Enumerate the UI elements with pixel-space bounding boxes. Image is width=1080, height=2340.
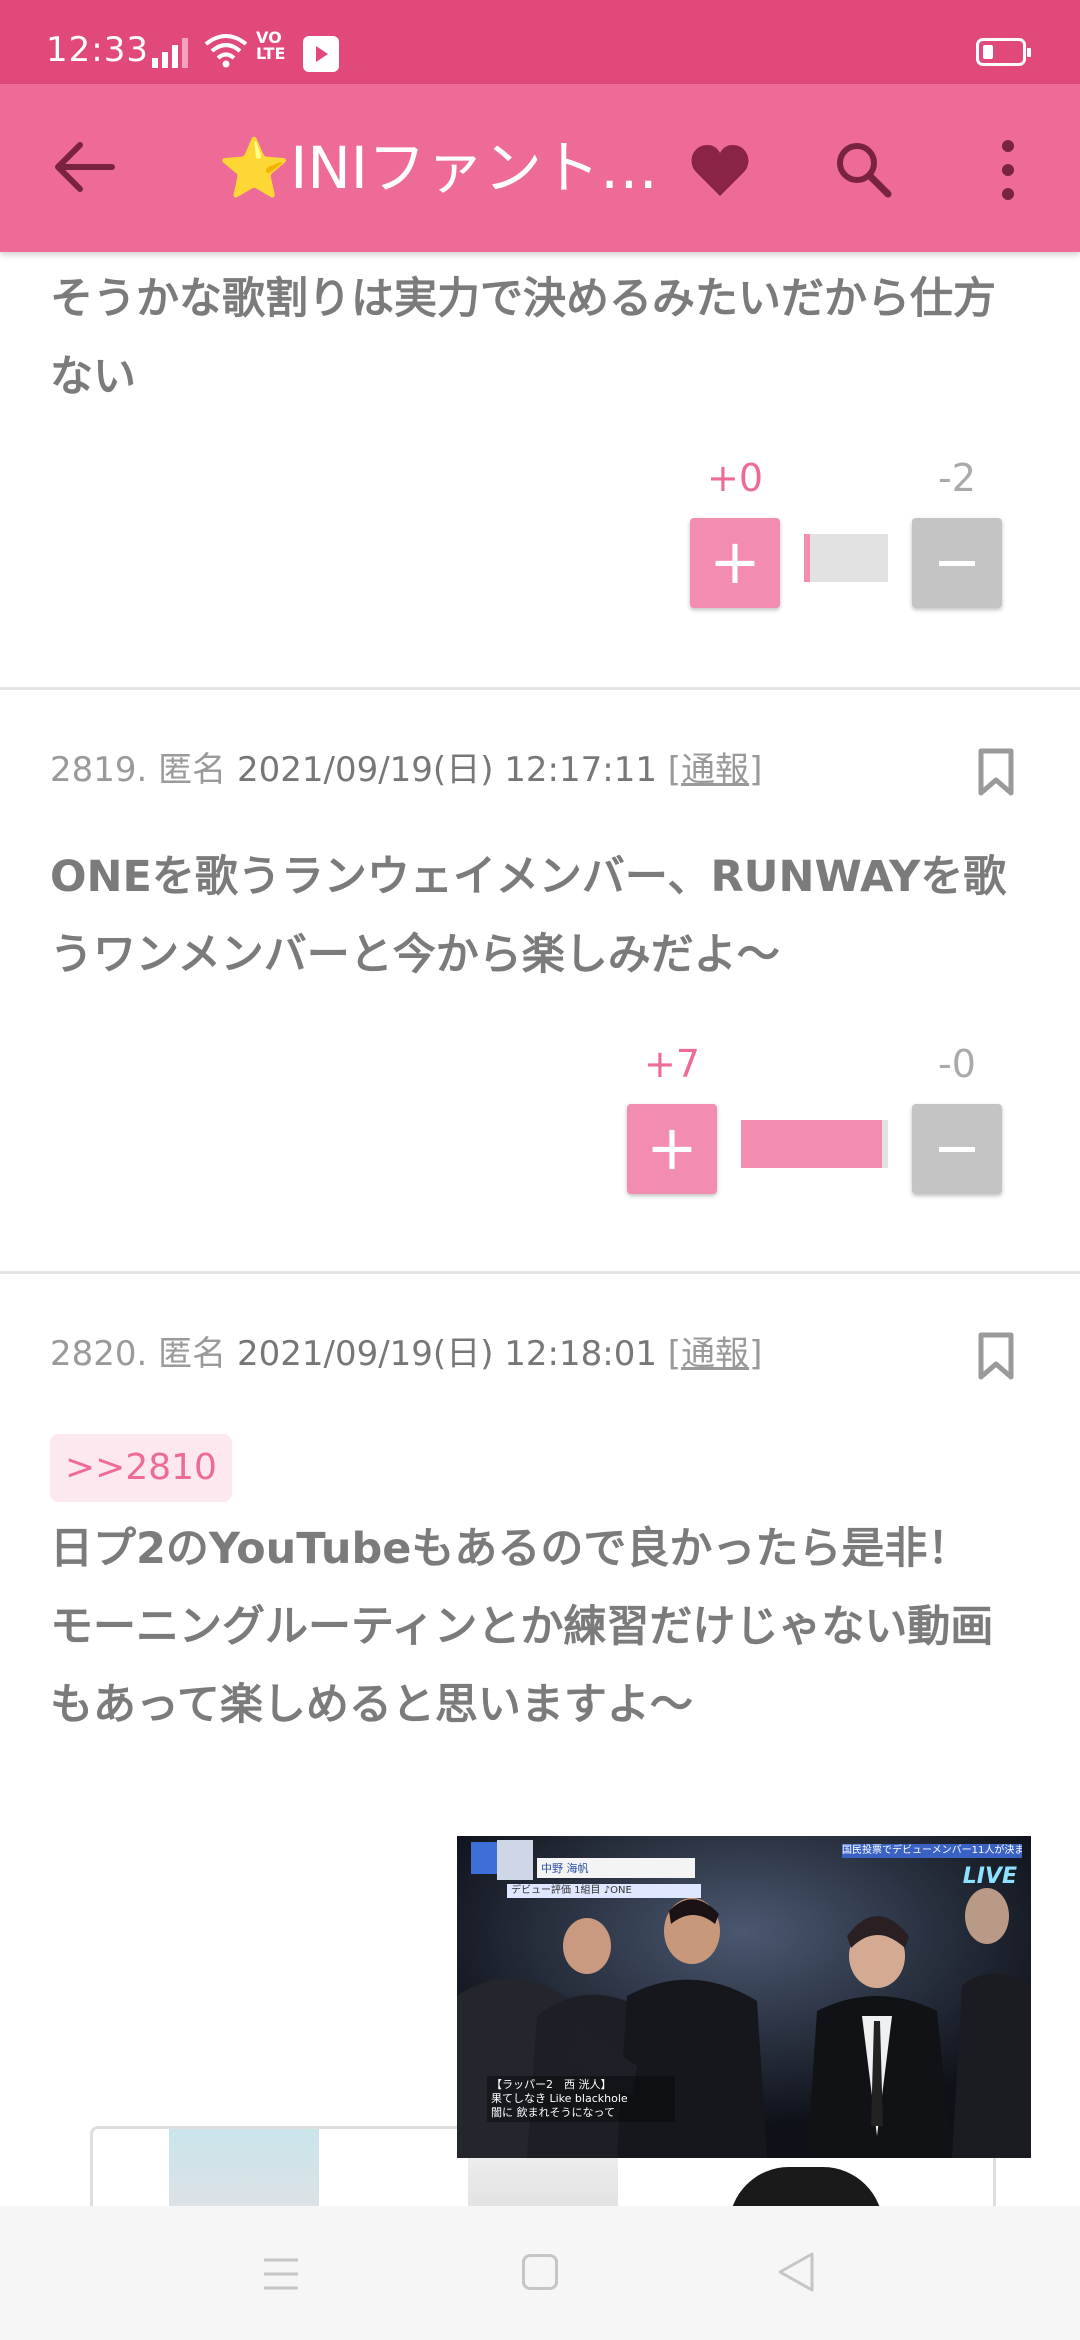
system-nav-bar	[0, 2206, 1080, 2340]
signal-icon	[152, 38, 188, 68]
comment-body: そうかな歌割りは実力で決めるみたいだから仕方ない	[50, 274, 996, 402]
bookmark-icon[interactable]	[978, 1332, 1014, 1380]
ad-product-image	[169, 2129, 319, 2209]
status-bar: 12:33 VO LTE	[0, 0, 1080, 84]
plus-vote-button[interactable]: +	[690, 518, 780, 608]
minus-count: -2	[938, 456, 976, 500]
status-time: 12:33	[46, 30, 149, 70]
comment-author: 匿名	[158, 1334, 227, 1374]
comment-author: 匿名	[158, 750, 227, 790]
minus-vote-button[interactable]	[912, 1104, 1002, 1194]
minus-count: -0	[938, 1042, 976, 1086]
video-caption: デビュー評価 1組目 ♪ONE	[507, 1884, 701, 1898]
nav-back-icon[interactable]	[774, 2250, 818, 2294]
report-link[interactable]: [通報]	[668, 750, 763, 790]
recent-apps-icon[interactable]	[262, 2256, 300, 2292]
video-player[interactable]: 国民投票でデビューメンバー11人が決まる LIVE 中野 海帆 デビュー評価 1…	[457, 1836, 1031, 2158]
search-icon[interactable]	[834, 140, 892, 198]
youtube-notification-icon	[303, 36, 339, 72]
video-subtitle: 【ラッパー2 西 洸人】 果てしなき Like blackhole 闇に 飲まれ…	[487, 2076, 675, 2122]
vote-ratio-bar	[804, 534, 888, 582]
bookmark-icon[interactable]	[978, 748, 1014, 796]
video-banner: 国民投票でデビューメンバー11人が決まる	[842, 1844, 1022, 1858]
comment-meta: 2820. 匿名 2021/09/19(日) 12:18:01 [通報]	[50, 1326, 762, 1375]
minus-vote-button[interactable]	[912, 518, 1002, 608]
comment-meta: 2819. 匿名 2021/09/19(日) 12:17:11 [通報]	[50, 742, 762, 791]
comment-item: 2819. 匿名 2021/09/19(日) 12:17:11 [通報] ONE…	[0, 690, 1080, 1270]
comment-number: 2819.	[50, 750, 148, 790]
page-title: ⭐INIファント…	[218, 134, 658, 202]
wifi-icon	[204, 34, 248, 68]
plus-vote-button[interactable]: +	[627, 1104, 717, 1194]
reply-anchor-link[interactable]: >>2810	[50, 1434, 232, 1502]
vote-ratio-fill	[741, 1120, 882, 1168]
more-options-icon[interactable]	[996, 138, 1020, 202]
ad-product-image	[729, 2167, 883, 2209]
comment-body: ONEを歌うランウェイメンバー、RUNWAYを歌うワンメンバーと今から楽しみだよ…	[50, 852, 1007, 980]
comment-date: 2021/09/19(日) 12:17:11	[236, 750, 657, 790]
comment-item: そうかな歌割りは実力で決めるみたいだから仕方ない +0 -2 +	[0, 252, 1080, 692]
home-button-icon[interactable]	[522, 2254, 558, 2290]
comment-date: 2021/09/19(日) 12:18:01	[236, 1334, 657, 1374]
vote-ratio-bar	[741, 1120, 888, 1168]
report-link[interactable]: [通報]	[668, 1334, 763, 1374]
video-namecard: 中野 海帆	[537, 1858, 695, 1878]
app-bar: ⭐INIファント…	[0, 84, 1080, 252]
live-badge: LIVE	[962, 1864, 1017, 1889]
heart-icon[interactable]	[690, 142, 750, 198]
battery-icon	[976, 38, 1031, 66]
comment-body: 日プ2のYouTubeもあるので良かったら是非！ モーニングルーティンとか練習だ…	[50, 1524, 994, 1730]
plus-count: +0	[706, 456, 764, 500]
back-arrow-icon[interactable]	[50, 139, 116, 195]
volte-indicator: VO LTE	[256, 28, 286, 63]
vote-ratio-fill	[804, 534, 810, 582]
comment-number: 2820.	[50, 1334, 148, 1374]
plus-count: +7	[643, 1042, 701, 1086]
